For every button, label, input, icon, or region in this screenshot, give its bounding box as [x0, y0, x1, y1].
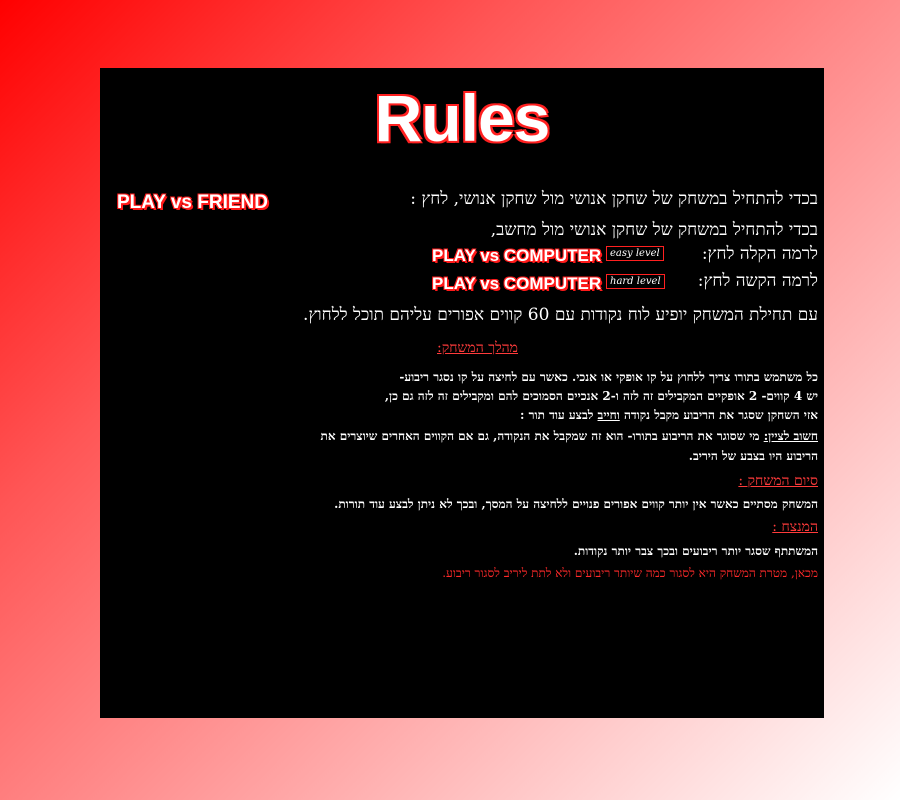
note-line-2: הריבוע היו בצבע של היריב.	[688, 449, 818, 463]
flow-line-3-must: וחייב	[597, 408, 620, 422]
hard-instruction: לרמה הקשה לחץ:	[697, 271, 818, 291]
flow-line-3: אזי השחקן שסגר את הריבוע מקבל נקודה וחיי…	[520, 408, 818, 423]
play-vs-friend-button[interactable]: PLAY vs FRIEND	[117, 192, 268, 214]
note-line-1: חשוב לציין: מי שסוגר את הריבוע בתורו- הו…	[321, 429, 818, 444]
rules-title: Rules	[374, 81, 551, 155]
winner-title-text: המנצח	[781, 519, 818, 535]
flow-line-3-part-c: לבצע עוד תור :	[520, 408, 598, 422]
goal-line: מכאן, מטרת המשחק היא לסגור כמה שיותר ריב…	[442, 566, 818, 580]
flow-line-2: יש 4 קווים- 2 אופקיים המקבילים זה לזה ו-…	[384, 389, 818, 403]
note-label: חשוב לציין:	[763, 429, 818, 443]
end-title: סיום המשחק :	[738, 473, 818, 489]
play-vs-computer-hard-button[interactable]: PLAY vs COMPUTER	[432, 274, 601, 294]
board-description: עם תחילת המשחק יופיע לוח נקודות עם 60 קו…	[303, 305, 818, 325]
play-vs-computer-easy-button[interactable]: PLAY vs COMPUTER	[432, 246, 601, 266]
rules-panel: Rules בכדי להתחיל במשחק של שחקן אנושי מו…	[100, 68, 824, 718]
hard-level-tag: hard level	[606, 274, 665, 289]
computer-instruction: בכדי להתחיל במשחק של שחקן אנושי מול מחשב…	[490, 220, 818, 240]
winner-title: המנצח :	[772, 519, 818, 536]
winner-line-1: המשתתף שסגר יותר ריבועים ובכך צבר יותר נ…	[573, 544, 818, 558]
note-text-1: מי שסוגר את הריבוע בתורו- הוא זה שמקבל א…	[320, 429, 764, 443]
easy-level-tag: easy level	[606, 246, 664, 261]
flow-title: מהלך המשחק:	[437, 340, 518, 356]
flow-line-1: כל משתמש בתורו צריך ללחוץ על קו אופקי או…	[399, 370, 818, 384]
easy-instruction: לרמה הקלה לחץ:	[701, 244, 818, 264]
friend-instruction: בכדי להתחיל במשחק של שחקן אנושי מול שחקן…	[410, 189, 818, 209]
flow-line-3-part-a: אזי השחקן שסגר את הריבוע מקבל נקודה	[619, 408, 818, 422]
end-line-1: המשחק מסתיים כאשר אין יותר קווים אפורים …	[334, 497, 818, 511]
